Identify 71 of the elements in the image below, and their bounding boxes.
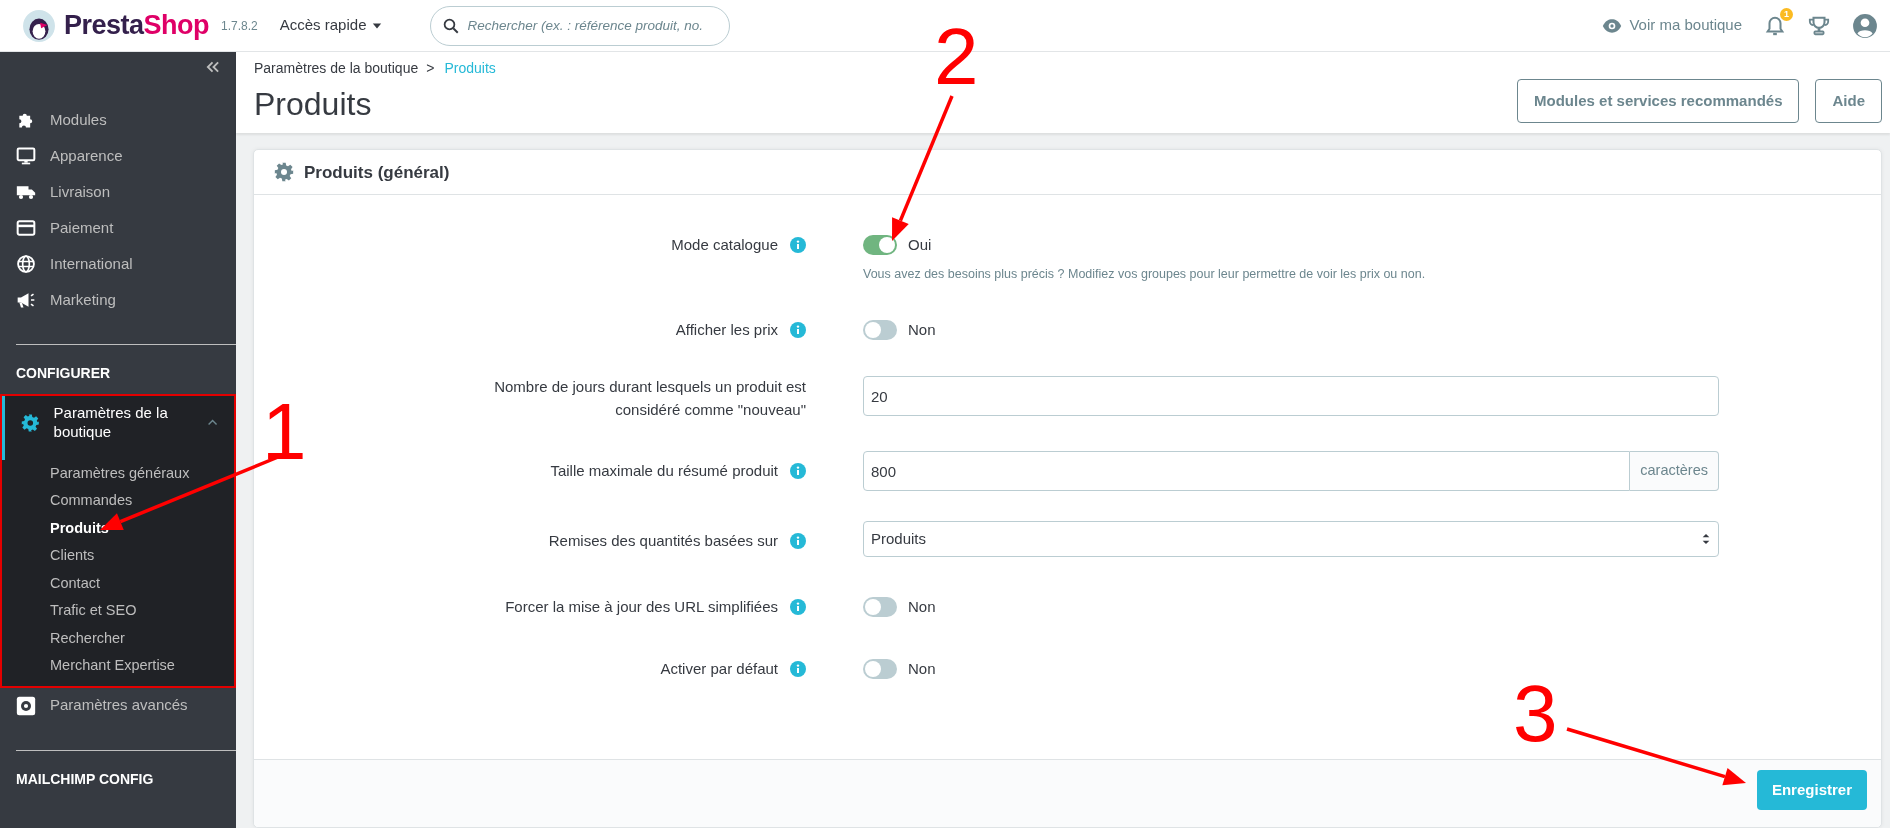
sidebar-heading: CONFIGURER bbox=[16, 344, 236, 392]
step-number: 3 bbox=[1513, 674, 1558, 754]
field-label: Activer par défaut bbox=[660, 658, 778, 679]
toggle-value: Non bbox=[908, 658, 936, 679]
field-label: Afficher les prix bbox=[675, 319, 778, 340]
sidebar-heading: MAILCHIMP CONFIG bbox=[16, 749, 236, 798]
submenu-item[interactable]: Trafic et SEO bbox=[2, 597, 234, 625]
page-title: Produits bbox=[254, 85, 373, 124]
field-label: Mode catalogue bbox=[671, 235, 778, 256]
sidebar-item[interactable]: Modules bbox=[0, 102, 236, 138]
toggle-value: Oui bbox=[908, 235, 932, 256]
info-icon[interactable] bbox=[790, 463, 806, 480]
input-suffix: caractères bbox=[1630, 451, 1719, 492]
breadcrumb-link[interactable]: Paramètres de la boutique bbox=[254, 60, 419, 76]
brand-name: PrestaShop bbox=[64, 9, 210, 43]
panel-title: Produits (général) bbox=[304, 161, 450, 184]
submenu-item[interactable]: Contact bbox=[2, 569, 234, 597]
bell-icon[interactable] bbox=[1764, 15, 1786, 37]
toggle-value: Non bbox=[908, 319, 936, 340]
info-icon[interactable] bbox=[790, 322, 806, 339]
field-label: Nombre de jours durant lesquels un produit est considéré comme "nouveau" bbox=[493, 377, 806, 420]
toggle-switch[interactable] bbox=[863, 235, 897, 256]
quick-access-dropdown[interactable]: Accès rapide bbox=[279, 14, 383, 37]
breadcrumb-separator: > bbox=[426, 60, 435, 76]
submenu-item[interactable]: Rechercher bbox=[2, 624, 234, 652]
sidebar-item[interactable]: Paiement bbox=[0, 210, 236, 246]
view-shop-link[interactable]: Voir ma boutique bbox=[1602, 14, 1742, 37]
credit-card-icon bbox=[16, 218, 36, 238]
field-label: Forcer la mise à jour des URL simplifiées bbox=[505, 596, 778, 617]
toggle-switch[interactable] bbox=[863, 320, 897, 341]
settings-icon bbox=[16, 695, 36, 716]
monitor-icon bbox=[16, 146, 36, 166]
logo-icon bbox=[22, 8, 56, 43]
submenu-item[interactable]: Merchant Expertise bbox=[2, 652, 234, 680]
input-field[interactable]: 800 bbox=[863, 451, 1631, 492]
sidebar-item[interactable]: Apparence bbox=[0, 138, 236, 174]
header-button[interactable]: Modules et services recommandés bbox=[1517, 78, 1800, 124]
sidebar-item[interactable]: Livraison bbox=[0, 174, 236, 210]
sidebar-item[interactable]: Paramètres avancés bbox=[0, 687, 236, 724]
select-field[interactable]: Produits bbox=[863, 521, 1719, 558]
notification-badge: 1 bbox=[1780, 8, 1793, 21]
gear-icon bbox=[274, 162, 294, 183]
version-label: 1.7.8.2 bbox=[221, 17, 258, 35]
field-label: Taille maximale du résumé produit bbox=[550, 460, 778, 481]
globe-icon bbox=[16, 254, 36, 274]
search-icon bbox=[442, 16, 461, 35]
submenu-item[interactable]: Commandes bbox=[2, 487, 234, 515]
sidebar-item[interactable]: International bbox=[0, 246, 236, 282]
info-icon[interactable] bbox=[790, 599, 806, 616]
toggle-switch[interactable] bbox=[863, 597, 897, 618]
trophy-icon[interactable] bbox=[1808, 14, 1830, 37]
input-field[interactable]: 20 bbox=[863, 376, 1719, 417]
toggle-value: Non bbox=[908, 596, 936, 617]
collapse-icon[interactable] bbox=[206, 60, 220, 74]
gear-icon bbox=[21, 412, 40, 433]
step-number: 2 bbox=[934, 17, 979, 97]
info-icon[interactable] bbox=[790, 661, 806, 678]
sidebar-item[interactable]: Marketing bbox=[0, 282, 236, 318]
step-number: 1 bbox=[262, 392, 307, 472]
megaphone-icon bbox=[16, 290, 36, 310]
info-icon[interactable] bbox=[790, 533, 806, 550]
help-text: Vous avez des besoins plus précis ? Modifiez vos groupes pour leur permettre de voir les prix ou non. bbox=[863, 266, 1427, 284]
user-avatar-icon[interactable] bbox=[1852, 12, 1878, 39]
sidebar-item[interactable]: Paramètres de la boutique bbox=[2, 396, 234, 460]
header-button[interactable]: Aide bbox=[1815, 78, 1882, 124]
submenu-item[interactable]: Clients bbox=[2, 542, 234, 570]
submenu-item[interactable]: Paramètres généraux bbox=[2, 459, 234, 487]
search-field[interactable]: Rechercher (ex. : référence produit, no. bbox=[430, 5, 731, 46]
field-label: Remises des quantités basées sur bbox=[548, 530, 778, 551]
toggle-switch[interactable] bbox=[863, 659, 897, 680]
info-icon[interactable] bbox=[790, 237, 806, 254]
